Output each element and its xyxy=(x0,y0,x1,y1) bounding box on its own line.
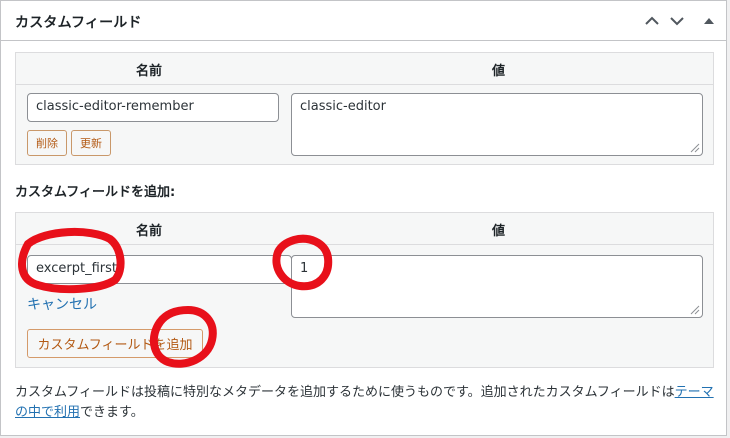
help-text-after: できます。 xyxy=(80,405,144,420)
chevron-up-icon xyxy=(645,16,659,25)
value-column-header: 値 xyxy=(492,224,506,239)
table-header: 名前 値 xyxy=(16,213,713,245)
move-down-button[interactable] xyxy=(667,11,687,31)
value-column-header: 値 xyxy=(492,64,506,79)
new-value-textarea[interactable]: 1 xyxy=(291,255,703,318)
resize-grip-icon xyxy=(690,143,700,153)
update-button[interactable]: 更新 xyxy=(71,130,111,156)
new-value-text: 1 xyxy=(300,261,309,276)
existing-fields-table: 名前 値 classic-editor-remember classic-edi… xyxy=(15,52,714,165)
custom-fields-metabox: カスタムフィールド 名前 値 classic-editor-remember c… xyxy=(0,0,727,436)
resize-grip-icon xyxy=(690,305,700,315)
help-text-before: カスタムフィールドは投稿に特別なメタデータを追加するために使うものです。追加され… xyxy=(15,385,675,400)
metabox-header: カスタムフィールド xyxy=(1,1,726,41)
existing-value-textarea[interactable]: classic-editor xyxy=(291,93,703,156)
new-name-input[interactable]: excerpt_first xyxy=(27,255,292,284)
move-up-button[interactable] xyxy=(642,11,662,31)
name-column-header: 名前 xyxy=(136,64,163,79)
metabox-title: カスタムフィールド xyxy=(15,15,142,31)
existing-name-input[interactable]: classic-editor-remember xyxy=(27,93,279,122)
chevron-down-icon xyxy=(670,17,684,26)
help-description: カスタムフィールドは投稿に特別なメタデータを追加するために使うものです。追加され… xyxy=(15,383,715,423)
add-custom-field-heading: カスタムフィールドを追加: xyxy=(15,185,176,200)
add-custom-field-button[interactable]: カスタムフィールドを追加 xyxy=(27,329,203,358)
toggle-panel-button[interactable] xyxy=(699,11,719,31)
table-header: 名前 値 xyxy=(16,53,713,85)
caret-up-icon xyxy=(704,18,714,24)
delete-button[interactable]: 削除 xyxy=(27,130,67,156)
name-column-header: 名前 xyxy=(136,224,163,239)
existing-value-text: classic-editor xyxy=(300,99,386,114)
cancel-link[interactable]: キャンセル xyxy=(27,294,97,314)
